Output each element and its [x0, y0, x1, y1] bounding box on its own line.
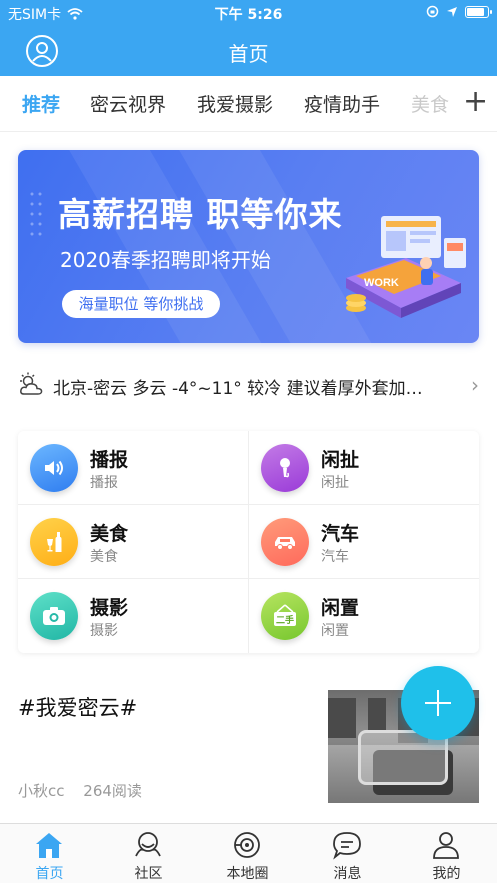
service-idle[interactable]: 二手 闲置 闲置: [249, 579, 479, 653]
clock: 下午 5:26: [214, 7, 283, 23]
page-title: 首页: [228, 42, 269, 66]
car-icon: [261, 518, 309, 566]
location-arrow-icon: [447, 6, 457, 17]
second-hand-tag-icon: 二手: [261, 592, 309, 640]
second-hand-tag-text: 二手: [276, 614, 294, 626]
tab-label: 社区: [134, 866, 163, 882]
post-title: #我爱密云#: [18, 696, 138, 720]
promo-banner[interactable]: 高薪招聘 职等你来 2020春季招聘即将开始 海量职位 等你挑战 WORK: [18, 150, 479, 343]
post-author: 小秋cc: [18, 782, 65, 800]
service-photo[interactable]: 摄影 摄影: [18, 579, 248, 653]
profile-icon: [433, 832, 459, 859]
status-right: [426, 5, 492, 18]
tab-epidemic-helper[interactable]: 疫情助手: [304, 90, 380, 117]
battery-icon: [465, 5, 492, 18]
post-reads: 264阅读: [83, 782, 142, 800]
cloudy-sun-icon: [20, 372, 43, 395]
bottle-glass-icon: [30, 518, 78, 566]
message-icon: [333, 832, 361, 860]
orientation-lock-icon: [426, 5, 439, 18]
banner-title: 高薪招聘 职等你来: [58, 195, 343, 234]
service-subtitle: 摄影: [90, 623, 118, 639]
tab-local-circle[interactable]: 本地圈: [198, 824, 297, 883]
nav-bar: 首页: [0, 26, 497, 76]
weather-text: 北京-密云 多云 -4°~11° 较冷 建议着厚外套加…: [53, 379, 423, 399]
tab-photography[interactable]: 我爱摄影: [197, 90, 273, 117]
tab-home[interactable]: 首页: [0, 824, 99, 883]
service-subtitle: 汽车: [321, 549, 349, 565]
community-icon: [135, 832, 161, 857]
service-subtitle: 美食: [90, 549, 118, 565]
service-title: 播报: [90, 449, 129, 471]
speaker-icon: [30, 444, 78, 492]
status-bar: 无SIM卡 下午 5:26: [0, 0, 497, 26]
home-icon: [36, 833, 62, 858]
work-illustration-icon: WORK: [346, 216, 466, 318]
tab-recommend[interactable]: 推荐: [22, 90, 60, 117]
dot-pattern-icon: [30, 192, 42, 236]
tab-community[interactable]: 社区: [99, 824, 198, 883]
chevron-right-icon: ›: [471, 373, 479, 397]
services-grid: 播报 播报 闲扯 闲扯 美食 美食 汽车 汽车 摄影 摄影 二手 闲置 闲置: [18, 431, 479, 653]
local-circle-icon: [234, 832, 260, 858]
service-title: 闲置: [321, 597, 360, 619]
service-subtitle: 播报: [90, 475, 118, 491]
plus-icon: +: [463, 84, 489, 119]
banner-card-text: WORK: [364, 277, 399, 289]
create-post-button[interactable]: [401, 666, 475, 740]
add-channel-button[interactable]: +: [453, 76, 497, 131]
service-title: 美食: [90, 523, 129, 545]
service-chat[interactable]: 闲扯 闲扯: [249, 431, 479, 505]
banner-pill: 海量职位 等你挑战: [62, 290, 220, 318]
camera-icon: [30, 592, 78, 640]
bottom-tab-bar: 首页 社区 本地圈 消息 我的: [0, 823, 497, 883]
tab-label: 消息: [333, 866, 362, 882]
service-title: 摄影: [90, 597, 129, 619]
service-broadcast[interactable]: 播报 播报: [18, 431, 248, 505]
channel-tabs: 推荐 密云视界 我爱摄影 疫情助手 美食 +: [0, 76, 497, 132]
tab-label: 本地圈: [226, 866, 269, 882]
tab-messages[interactable]: 消息: [298, 824, 397, 883]
service-subtitle: 闲扯: [321, 475, 349, 491]
banner-subtitle: 2020春季招聘即将开始: [60, 248, 271, 272]
service-title: 汽车: [321, 523, 360, 545]
service-food[interactable]: 美食 美食: [18, 505, 248, 579]
tab-profile[interactable]: 我的: [397, 824, 496, 883]
weather-bar[interactable]: 北京-密云 多云 -4°~11° 较冷 建议着厚外套加… ›: [0, 365, 497, 405]
tab-label: 首页: [35, 866, 64, 882]
service-subtitle: 闲置: [321, 623, 349, 639]
service-car[interactable]: 汽车 汽车: [249, 505, 479, 579]
service-title: 闲扯: [321, 449, 360, 471]
tab-miyun-view[interactable]: 密云视界: [90, 90, 166, 117]
microphone-icon: [261, 444, 309, 492]
post-meta: 小秋cc 264阅读: [18, 780, 142, 801]
tab-food[interactable]: 美食: [411, 90, 449, 117]
tab-label: 我的: [432, 866, 461, 882]
